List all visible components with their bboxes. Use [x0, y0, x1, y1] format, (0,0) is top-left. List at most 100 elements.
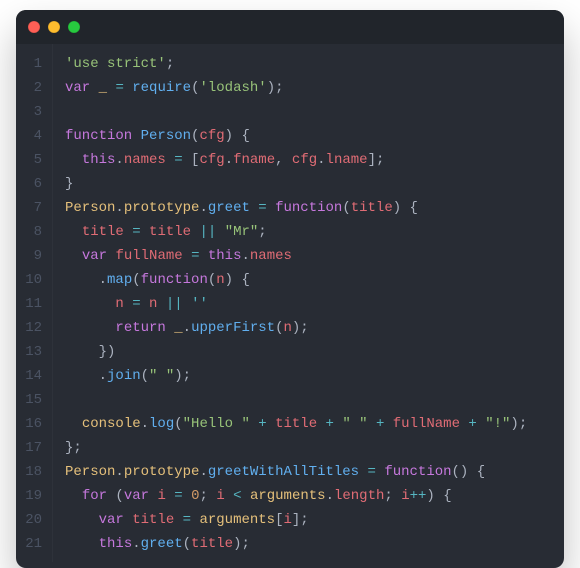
token-par: title — [132, 512, 174, 528]
token-kw: function — [384, 464, 451, 480]
token-p: ( — [342, 200, 350, 216]
token-p — [65, 152, 82, 168]
token-p: ); — [233, 536, 250, 552]
token-kw: this — [82, 152, 116, 168]
token-id: console — [82, 416, 141, 432]
token-p — [124, 224, 132, 240]
token-op: = — [115, 80, 123, 96]
token-p: ( — [132, 272, 140, 288]
token-op: + — [468, 416, 476, 432]
token-p: ); — [267, 80, 284, 96]
token-p: ( — [183, 536, 191, 552]
token-kw: function — [65, 128, 132, 144]
code-editor[interactable]: 123456789101112131415161718192021 'use s… — [16, 44, 564, 568]
line-number: 19 — [16, 484, 52, 508]
token-p: [ — [275, 512, 283, 528]
token-p: ) { — [225, 272, 250, 288]
minimize-icon[interactable] — [48, 21, 60, 33]
token-p — [124, 80, 132, 96]
token-id: prototype — [124, 464, 200, 480]
token-p — [359, 464, 367, 480]
token-fn: upperFirst — [191, 320, 275, 336]
code-line[interactable]: .map(function(n) { — [65, 268, 552, 292]
token-p — [242, 488, 250, 504]
line-number: 16 — [16, 412, 52, 436]
code-line[interactable]: Person.prototype.greet = function(title)… — [65, 196, 552, 220]
token-p — [267, 416, 275, 432]
token-p: . — [317, 152, 325, 168]
token-p: ); — [174, 368, 191, 384]
token-p — [65, 224, 82, 240]
code-line[interactable]: Person.prototype.greetWithAllTitles = fu… — [65, 460, 552, 484]
code-line[interactable]: var fullName = this.names — [65, 244, 552, 268]
code-line[interactable]: .join(" "); — [65, 364, 552, 388]
line-number: 4 — [16, 124, 52, 148]
line-number: 18 — [16, 460, 52, 484]
code-line[interactable]: var _ = require('lodash'); — [65, 76, 552, 100]
token-str: 'use strict' — [65, 56, 166, 72]
token-op: = — [174, 488, 182, 504]
code-line[interactable] — [65, 388, 552, 412]
code-line[interactable]: 'use strict'; — [65, 52, 552, 76]
code-line[interactable]: }; — [65, 436, 552, 460]
token-par: fullName — [115, 248, 182, 264]
token-p: }) — [65, 344, 115, 360]
token-kw: return — [115, 320, 165, 336]
line-number: 14 — [16, 364, 52, 388]
token-p — [124, 296, 132, 312]
token-par: title — [149, 224, 191, 240]
window-controls — [28, 21, 80, 33]
token-p — [65, 536, 99, 552]
token-p — [124, 512, 132, 528]
token-p — [384, 416, 392, 432]
token-par: cfg — [199, 128, 224, 144]
code-line[interactable]: title = title || "Mr"; — [65, 220, 552, 244]
token-p: ( — [174, 416, 182, 432]
code-content[interactable]: 'use strict';var _ = require('lodash'); f… — [53, 44, 564, 562]
code-line[interactable]: function Person(cfg) { — [65, 124, 552, 148]
line-number: 1 — [16, 52, 52, 76]
token-p: } — [65, 176, 73, 192]
code-line[interactable]: } — [65, 172, 552, 196]
token-p — [317, 416, 325, 432]
token-p: ]; — [292, 512, 309, 528]
code-line[interactable]: for (var i = 0; i < arguments.length; i+… — [65, 484, 552, 508]
token-p: . — [199, 464, 207, 480]
token-kw: this — [99, 536, 133, 552]
token-p: [ — [183, 152, 200, 168]
line-number: 12 — [16, 316, 52, 340]
code-line[interactable]: console.log("Hello " + title + " " + ful… — [65, 412, 552, 436]
token-op: = — [368, 464, 376, 480]
token-prop: names — [124, 152, 166, 168]
token-p — [166, 152, 174, 168]
token-op: + — [258, 416, 266, 432]
token-fn: greetWithAllTitles — [208, 464, 359, 480]
token-p: ) { — [426, 488, 451, 504]
close-icon[interactable] — [28, 21, 40, 33]
token-str: "Mr" — [225, 224, 259, 240]
line-number: 20 — [16, 508, 52, 532]
token-p: . — [183, 320, 191, 336]
code-line[interactable]: return _.upperFirst(n); — [65, 316, 552, 340]
token-id: arguments — [199, 512, 275, 528]
token-par: i — [284, 512, 292, 528]
token-p — [141, 296, 149, 312]
token-p — [132, 128, 140, 144]
token-kw: for — [82, 488, 107, 504]
editor-window: 123456789101112131415161718192021 'use s… — [16, 10, 564, 568]
code-line[interactable] — [65, 100, 552, 124]
token-p — [199, 248, 207, 264]
token-p: , — [275, 152, 292, 168]
token-p: () { — [452, 464, 486, 480]
code-line[interactable]: var title = arguments[i]; — [65, 508, 552, 532]
code-line[interactable]: this.names = [cfg.fname, cfg.lname]; — [65, 148, 552, 172]
code-line[interactable]: this.greet(title); — [65, 532, 552, 556]
zoom-icon[interactable] — [68, 21, 80, 33]
token-fn: map — [107, 272, 132, 288]
token-par: i — [401, 488, 409, 504]
line-number-gutter: 123456789101112131415161718192021 — [16, 44, 53, 562]
token-p — [368, 416, 376, 432]
code-line[interactable]: }) — [65, 340, 552, 364]
token-p — [183, 488, 191, 504]
code-line[interactable]: n = n || '' — [65, 292, 552, 316]
